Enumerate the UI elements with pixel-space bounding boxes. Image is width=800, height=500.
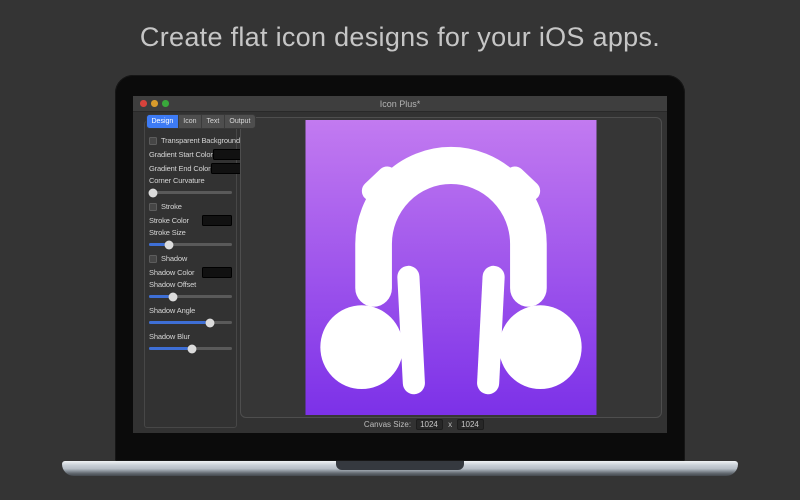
row-stroke-color: Stroke Color [149,214,232,226]
headphones-icon [320,146,582,395]
shadow-color-well[interactable] [202,266,232,278]
corner-curvature-slider-knob[interactable] [148,188,158,197]
shadow-angle-label: Shadow Angle [149,305,196,315]
shadow-checkbox[interactable] [149,254,157,263]
row-shadow-angle-slider [149,318,232,327]
stroke-size-label: Stroke Size [149,227,186,237]
row-shadow: Shadow [149,254,232,263]
stroke-checkbox[interactable] [149,202,157,211]
traffic-lights [140,96,169,111]
stroke-label: Stroke [161,202,182,211]
laptop-screen: Icon Plus* Design Icon Text Output Transpar… [133,96,667,433]
app-window: Icon Plus* Design Icon Text Output Transpar… [133,96,667,433]
tab-text[interactable]: Text [202,115,225,128]
row-shadow-angle-label: Shadow Angle [149,305,232,315]
laptop-base [62,461,738,476]
row-stroke: Stroke [149,202,232,211]
gradient-end-color-label: Gradient End Color [149,163,211,173]
stroke-size-slider-track[interactable] [149,240,232,249]
shadow-angle-slider-track[interactable] [149,318,232,327]
tab-output[interactable]: Output [224,115,255,128]
canvas-width-input[interactable] [416,418,444,430]
transparent-background-checkbox[interactable] [149,136,157,145]
icon-canvas [305,120,597,415]
shadow-blur-label: Shadow Blur [149,331,190,341]
transparent-background-label: Transparent Background [161,136,240,145]
canvas-panel [240,117,662,418]
canvas-size-bar: Canvas Size: x [181,416,667,432]
row-shadow-offset-slider [149,292,232,301]
canvas-size-separator: x [448,419,453,429]
marketing-screenshot: Create flat icon designs for your iOS ap… [0,0,800,500]
canvas-size-label: Canvas Size: [363,419,412,429]
gradient-start-color-label: Gradient Start Color [149,149,213,159]
shadow-blur-slider-knob[interactable] [187,344,197,353]
sidebar-panel: Transparent Background Gradient Start Col… [144,121,243,428]
stroke-color-well[interactable] [202,214,232,226]
row-stroke-size-label: Stroke Size [149,227,232,237]
zoom-button[interactable] [162,100,169,107]
canvas-height-input[interactable] [457,418,485,430]
tab-icon[interactable]: Icon [178,115,203,128]
headline-text: Create flat icon designs for your iOS ap… [139,22,661,52]
minimize-button[interactable] [151,100,158,107]
sidebar-controls: Transparent Background Gradient Start Col… [148,136,243,353]
shadow-blur-slider-fill [149,347,193,350]
window-titlebar: Icon Plus* [133,96,667,112]
window-content: Design Icon Text Output Transparent Backgro… [133,112,667,433]
shadow-offset-slider-knob[interactable] [168,292,178,301]
shadow-angle-slider-fill [149,321,211,324]
shadow-angle-slider-knob[interactable] [205,318,215,327]
row-corner-curvature-slider [148,188,232,197]
shadow-offset-label: Shadow Offset [149,279,197,289]
laptop-bezel: Icon Plus* Design Icon Text Output Transpar… [115,75,685,461]
shadow-offset-slider-track[interactable] [149,292,232,301]
row-shadow-color: Shadow Color [149,266,232,278]
close-button[interactable] [140,100,147,107]
row-shadow-blur-label: Shadow Blur [149,331,232,341]
row-corner-curvature-label: Corner Curvature [149,175,232,185]
corner-curvature-slider-track[interactable] [148,188,232,197]
row-stroke-size-slider [149,240,232,249]
row-shadow-offset-label: Shadow Offset [149,279,232,289]
gradient-start-color-well[interactable] [212,148,243,160]
row-shadow-blur-slider [149,344,232,353]
row-gradient-end-color: Gradient End Color [149,162,241,174]
headphones-shapes [320,146,582,395]
laptop-base-notch [336,461,464,470]
stroke-color-label: Stroke Color [149,215,189,225]
tab-design[interactable]: Design [147,115,179,128]
window-title: Icon Plus* [379,98,421,109]
sidebar-tabs: Design Icon Text Output [146,114,256,129]
shadow-label: Shadow [161,254,188,263]
row-transparent-background: Transparent Background [149,136,240,145]
corner-curvature-label: Corner Curvature [149,175,205,185]
row-gradient-start-color: Gradient Start Color [149,148,243,160]
shadow-blur-slider-track[interactable] [149,344,232,353]
gradient-end-color-well[interactable] [210,162,241,174]
stroke-size-slider-knob[interactable] [164,240,174,249]
shadow-color-label: Shadow Color [149,267,195,277]
